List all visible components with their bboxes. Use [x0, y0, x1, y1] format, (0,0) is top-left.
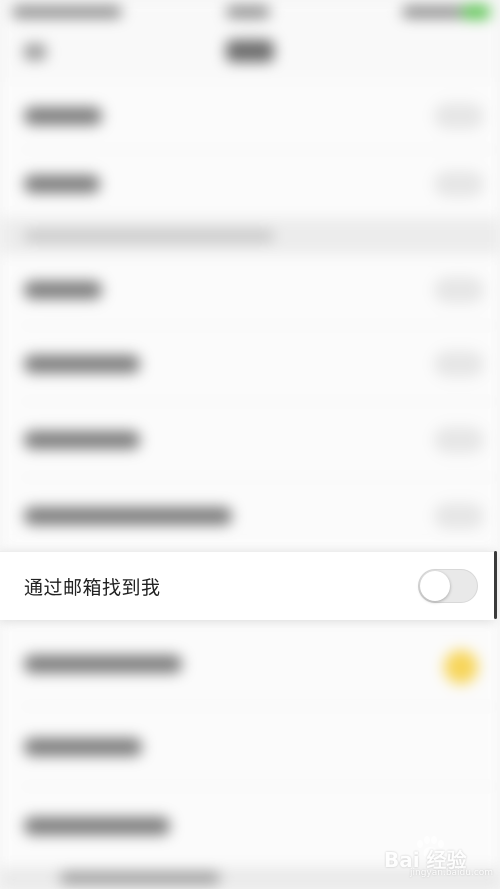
star-icon: [444, 650, 478, 684]
status-icons: [402, 6, 464, 18]
settings-row[interactable]: [0, 619, 500, 707]
carrier-signal: [12, 6, 122, 18]
settings-row[interactable]: [0, 82, 500, 150]
status-bar: [0, 0, 500, 26]
battery-icon: [462, 5, 490, 19]
navigation-bar: [0, 26, 500, 82]
phone-screen: 通过邮箱找到我 Bai 经验 jingyan.baidu.com: [0, 0, 500, 889]
toggle-knob: [420, 571, 450, 601]
watermark-domain: jingyan.baidu.com: [410, 868, 494, 878]
settings-row[interactable]: [0, 478, 500, 551]
find-me-by-email-toggle[interactable]: [418, 569, 478, 603]
settings-row[interactable]: [0, 707, 500, 787]
find-me-by-email-label: 通过邮箱找到我: [24, 577, 161, 599]
settings-row[interactable]: [0, 326, 500, 402]
settings-row[interactable]: [0, 254, 500, 326]
back-icon[interactable]: [24, 44, 46, 60]
find-me-by-email-row[interactable]: 通过邮箱找到我: [0, 551, 494, 620]
settings-row[interactable]: [0, 402, 500, 478]
page-title: [226, 40, 274, 62]
baidu-jingyan-watermark: Bai 经验 jingyan.baidu.com: [382, 832, 494, 882]
section-header: [0, 218, 500, 254]
clock: [226, 6, 270, 18]
blurred-background: [0, 0, 500, 889]
settings-row[interactable]: [0, 150, 500, 218]
scroll-indicator: [494, 551, 497, 619]
